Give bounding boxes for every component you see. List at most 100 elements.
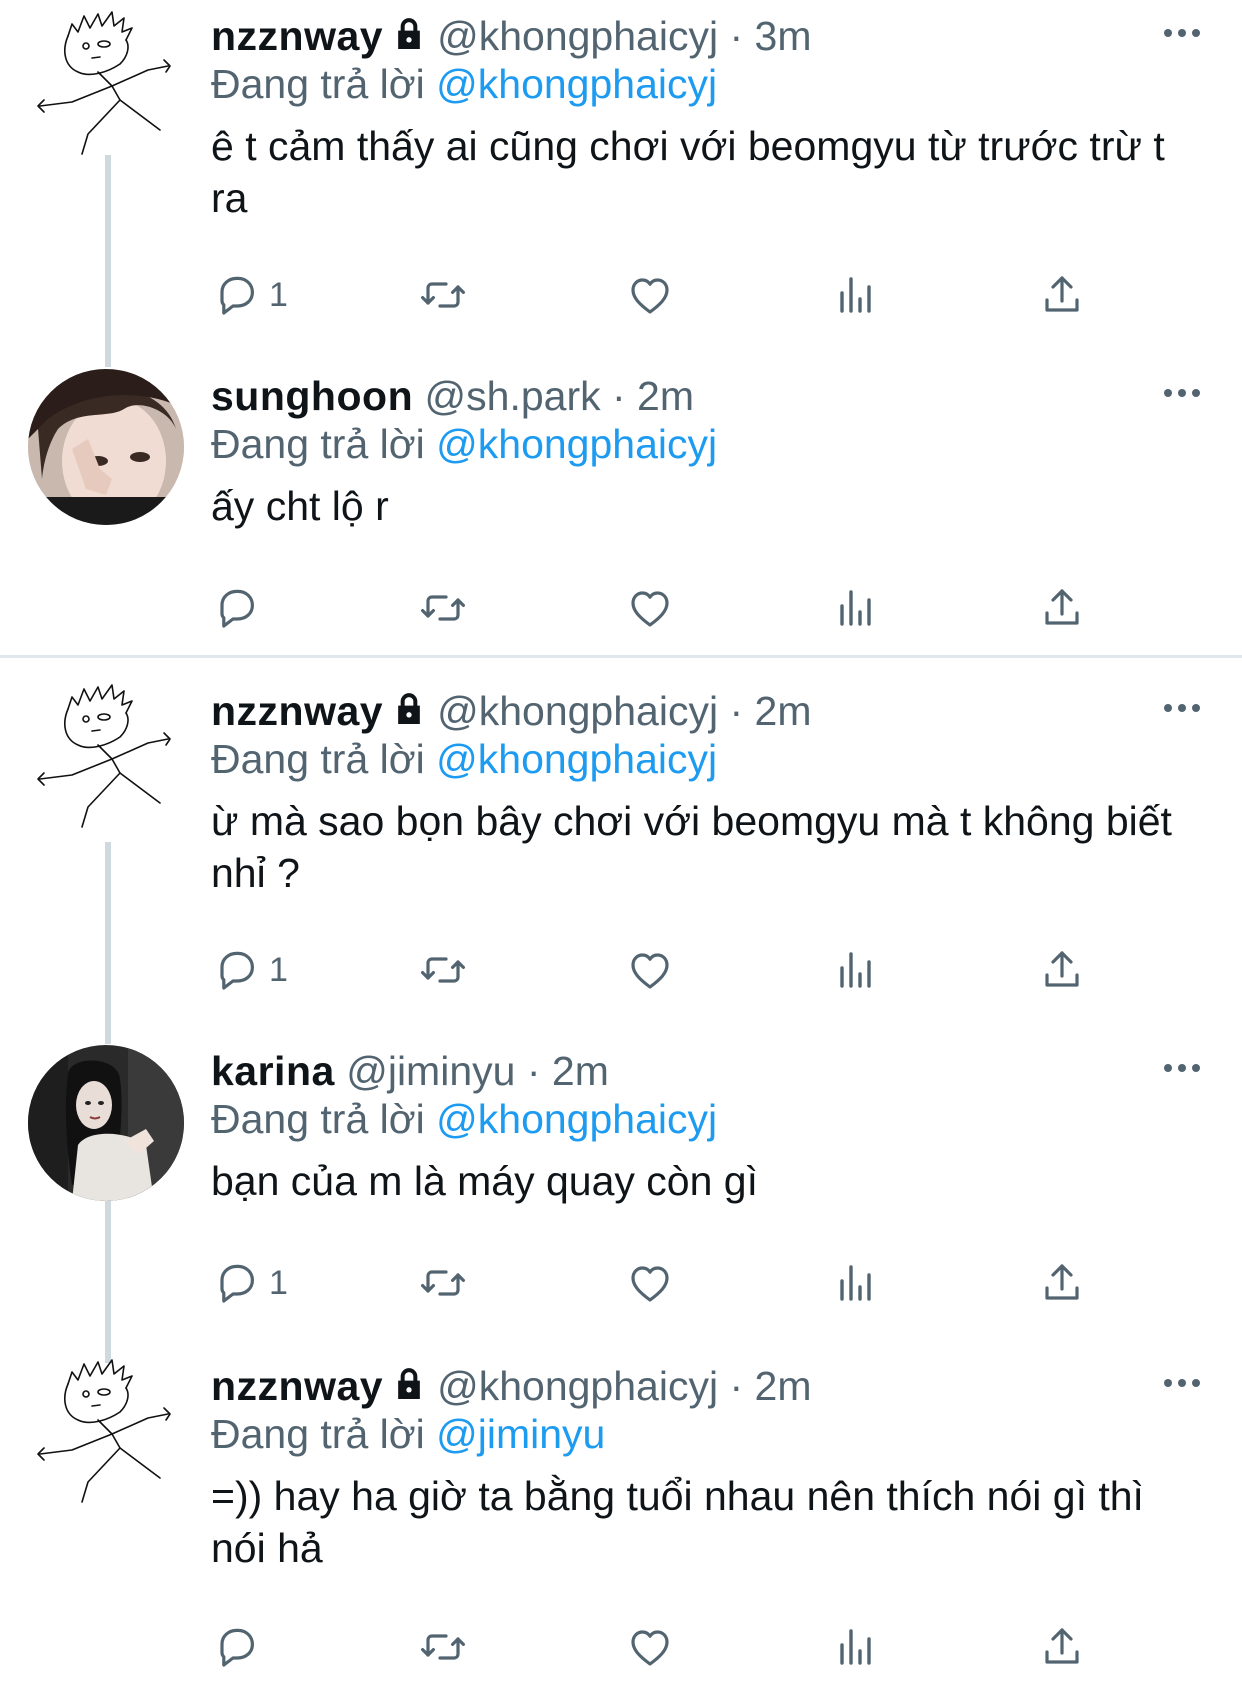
reply-mention-link[interactable]: @khongphaicyj xyxy=(436,736,717,782)
retweet-button[interactable] xyxy=(419,265,467,325)
display-name[interactable]: karina xyxy=(211,1048,335,1094)
reply-count: 1 xyxy=(269,1263,288,1302)
display-name[interactable]: sunghoon xyxy=(211,373,413,419)
tweet[interactable]: sunghoon @sh.park · 2m Đang trả lời @kho… xyxy=(0,360,1242,650)
analytics-button[interactable] xyxy=(832,1253,880,1313)
reply-button[interactable]: 1 xyxy=(213,1253,288,1313)
reply-icon xyxy=(213,1623,261,1671)
share-icon xyxy=(1038,1623,1086,1671)
reply-count: 1 xyxy=(269,275,288,314)
more-icon[interactable] xyxy=(1162,1061,1202,1075)
avatar-photo[interactable] xyxy=(28,369,184,525)
retweet-icon xyxy=(419,1623,467,1671)
replying-to: Đang trả lời @khongphaicyj xyxy=(211,733,717,785)
reply-mention-link[interactable]: @jiminyu xyxy=(436,1411,605,1457)
retweet-icon xyxy=(419,946,467,994)
share-icon xyxy=(1038,1259,1086,1307)
display-name[interactable]: nzznway xyxy=(211,1363,383,1409)
retweet-button[interactable] xyxy=(419,1617,467,1677)
replying-to: Đang trả lời @jiminyu xyxy=(211,1408,605,1460)
analytics-icon xyxy=(832,584,880,632)
retweet-button[interactable] xyxy=(419,940,467,1000)
replying-to-label: Đang trả lời xyxy=(211,421,425,467)
tweet[interactable]: karina @jiminyu · 2m Đang trả lời @khong… xyxy=(0,1035,1242,1345)
analytics-button[interactable] xyxy=(832,1617,880,1677)
user-handle[interactable]: @khongphaicyj xyxy=(437,1363,718,1409)
timestamp[interactable]: · 3m xyxy=(729,13,811,59)
reply-icon xyxy=(213,271,261,319)
reply-icon xyxy=(213,1259,261,1307)
timestamp[interactable]: · 2m xyxy=(612,373,694,419)
stickman-avatar-image xyxy=(28,679,184,835)
like-button[interactable] xyxy=(626,578,674,638)
analytics-button[interactable] xyxy=(832,265,880,325)
avatar-stickman[interactable] xyxy=(28,1354,184,1510)
avatar-photo-image xyxy=(28,1045,184,1201)
action-bar xyxy=(0,578,1242,638)
stickman-avatar-image xyxy=(28,1354,184,1510)
analytics-button[interactable] xyxy=(832,940,880,1000)
user-handle[interactable]: @jiminyu xyxy=(346,1048,515,1094)
reply-button[interactable] xyxy=(213,578,269,638)
user-handle[interactable]: @sh.park xyxy=(425,373,601,419)
retweet-icon xyxy=(419,584,467,632)
action-bar xyxy=(0,1617,1242,1677)
share-button[interactable] xyxy=(1038,265,1086,325)
user-handle[interactable]: @khongphaicyj xyxy=(437,688,718,734)
timestamp[interactable]: · 2m xyxy=(729,1363,811,1409)
retweet-icon xyxy=(419,271,467,319)
like-button[interactable] xyxy=(626,1253,674,1313)
share-button[interactable] xyxy=(1038,1253,1086,1313)
reply-button[interactable] xyxy=(213,1617,269,1677)
like-button[interactable] xyxy=(626,1617,674,1677)
heart-icon xyxy=(626,271,674,319)
replying-to: Đang trả lời @khongphaicyj xyxy=(211,58,717,110)
share-button[interactable] xyxy=(1038,1617,1086,1677)
reply-mention-link[interactable]: @khongphaicyj xyxy=(436,61,717,107)
avatar-stickman[interactable] xyxy=(28,679,184,835)
reply-mention-link[interactable]: @khongphaicyj xyxy=(436,1096,717,1142)
reply-mention-link[interactable]: @khongphaicyj xyxy=(436,421,717,467)
reply-button[interactable]: 1 xyxy=(213,940,288,1000)
timestamp[interactable]: · 2m xyxy=(729,688,811,734)
tweet[interactable]: nzznway @khongphaicyj · 2m Đang trả lời @… xyxy=(0,675,1242,1005)
reply-icon xyxy=(213,584,261,632)
avatar-photo[interactable] xyxy=(28,1045,184,1201)
replying-to-label: Đang trả lời xyxy=(211,1411,425,1457)
display-name[interactable]: nzznway xyxy=(211,13,383,59)
retweet-icon xyxy=(419,1259,467,1307)
tweet[interactable]: nzznway @khongphaicyj · 3m Đang trả lời @… xyxy=(0,0,1242,330)
avatar-stickman[interactable] xyxy=(28,6,184,162)
tweet[interactable]: nzznway @khongphaicyj · 2m Đang trả lời @… xyxy=(0,1350,1242,1693)
reply-count: 1 xyxy=(269,950,288,989)
replying-to: Đang trả lời @khongphaicyj xyxy=(211,418,717,470)
conversation-divider xyxy=(0,655,1242,658)
display-name[interactable]: nzznway xyxy=(211,688,383,734)
more-icon[interactable] xyxy=(1162,26,1202,40)
like-button[interactable] xyxy=(626,940,674,1000)
timestamp[interactable]: · 2m xyxy=(527,1048,609,1094)
more-icon[interactable] xyxy=(1162,1376,1202,1390)
like-button[interactable] xyxy=(626,265,674,325)
retweet-button[interactable] xyxy=(419,578,467,638)
tweet-text: ừ mà sao bọn bây chơi với beomgyu mà t k… xyxy=(211,798,1172,896)
tweet-header: karina @jiminyu · 2m xyxy=(211,1045,609,1097)
replying-to-label: Đang trả lời xyxy=(211,1096,425,1142)
more-icon[interactable] xyxy=(1162,386,1202,400)
tweet-text: ê t cảm thấy ai cũng chơi với beomgyu từ… xyxy=(211,123,1165,221)
action-bar: 1 xyxy=(0,940,1242,1000)
heart-icon xyxy=(626,946,674,994)
reply-button[interactable]: 1 xyxy=(213,265,288,325)
replying-to-label: Đang trả lời xyxy=(211,736,425,782)
user-handle[interactable]: @khongphaicyj xyxy=(437,13,718,59)
action-bar: 1 xyxy=(0,1253,1242,1313)
analytics-icon xyxy=(832,271,880,319)
share-button[interactable] xyxy=(1038,940,1086,1000)
retweet-button[interactable] xyxy=(419,1253,467,1313)
analytics-button[interactable] xyxy=(832,578,880,638)
analytics-icon xyxy=(832,946,880,994)
tweet-text: bạn của m là máy quay còn gì xyxy=(211,1158,758,1204)
tweet-text: ấy cht lộ r xyxy=(211,483,389,529)
share-button[interactable] xyxy=(1038,578,1086,638)
more-icon[interactable] xyxy=(1162,701,1202,715)
